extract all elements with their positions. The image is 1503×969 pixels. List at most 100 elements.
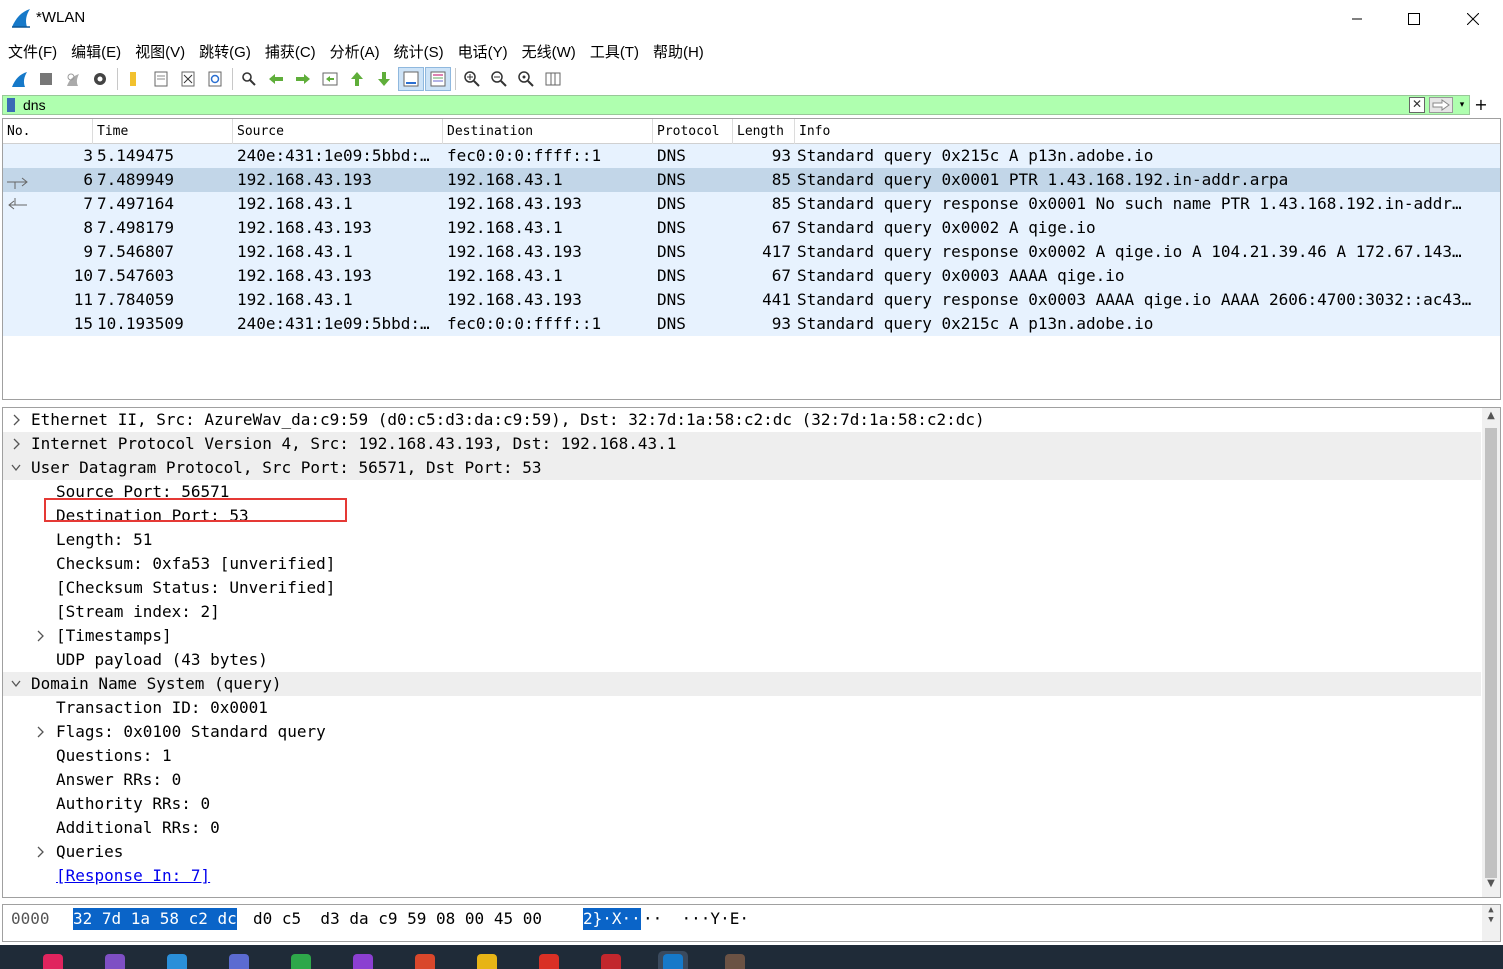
column-header-info[interactable]: Info [795,119,1500,144]
minimize-button[interactable] [1328,0,1386,38]
column-header-destination[interactable]: Destination [443,119,653,144]
packet-row[interactable]: 11 7.784059 192.168.43.1 192.168.43.193 DNS 4… [3,288,1500,312]
open-file-button[interactable] [121,67,147,91]
detail-row[interactable]: [Stream index: 2] [3,600,1481,624]
chevron-right-icon[interactable] [9,432,23,456]
menu-item-7[interactable]: 电话(Y) [458,41,508,62]
close-file-button[interactable] [175,67,201,91]
detail-row[interactable]: [Checksum Status: Unverified] [3,576,1481,600]
chevron-right-icon[interactable] [33,840,47,864]
autoscroll-button[interactable] [398,67,424,91]
scroll-up-icon[interactable]: ▲ [1482,410,1500,426]
hex-bytes[interactable]: d0 c5 d3 da c9 59 08 00 45 00 [253,908,542,930]
zoom-in-button[interactable] [459,67,485,91]
avatar-icon[interactable] [720,951,750,969]
packet-row[interactable]: 7 7.497164 192.168.43.1 192.168.43.193 DNS 85… [3,192,1500,216]
detail-row[interactable]: Transaction ID: 0x0001 [3,696,1481,720]
menu-item-8[interactable]: 无线(W) [522,41,576,62]
add-filter-button[interactable]: + [1474,95,1488,115]
detail-row[interactable]: [Timestamps] [3,624,1481,648]
options-gear-button[interactable] [87,67,113,91]
typora-icon[interactable] [410,951,440,969]
bytes-scrollbar[interactable]: ▲ ▼ [1482,905,1500,941]
menu-item-9[interactable]: 工具(T) [590,41,639,62]
scrollbar-thumb[interactable] [1485,428,1497,878]
intellij-icon[interactable] [38,951,68,969]
chevron-down-icon[interactable] [9,672,23,696]
vscode-icon[interactable] [162,951,192,969]
dev-icon[interactable] [224,951,254,969]
packet-row[interactable]: 8 7.498179 192.168.43.193 192.168.43.1 DNS 67… [3,216,1500,240]
packet-row[interactable]: 3 5.149475 240e:431:1e09:5bbd:… fec0:0:0:ff… [3,144,1500,168]
maximize-button[interactable] [1385,0,1443,38]
zoom-normal-button[interactable] [513,67,539,91]
detail-row[interactable]: Additional RRs: 0 [3,816,1481,840]
clear-filter-button[interactable]: ✕ [1409,97,1425,113]
menu-item-5[interactable]: 分析(A) [330,41,380,62]
chevron-right-icon[interactable] [33,624,47,648]
podcast-icon[interactable] [348,951,378,969]
go-to-packet-button[interactable] [317,67,343,91]
selected-ascii-bytes[interactable]: 2}·X·· [583,908,641,930]
go-forward-button[interactable] [290,67,316,91]
column-header-protocol[interactable]: Protocol [653,119,733,144]
packet-row[interactable]: 9 7.546807 192.168.43.1 192.168.43.193 DNS 41… [3,240,1500,264]
resize-columns-button[interactable] [540,67,566,91]
chevron-right-icon[interactable] [9,408,23,432]
detail-row[interactable]: Authority RRs: 0 [3,792,1481,816]
reload-button[interactable] [202,67,228,91]
packet-row[interactable]: 10 7.547603 192.168.43.193 192.168.43.1 DNS 6… [3,264,1500,288]
column-header-length[interactable]: Length [733,119,795,144]
detail-row[interactable]: Questions: 1 [3,744,1481,768]
stop-button[interactable] [33,67,59,91]
detail-row[interactable]: Domain Name System (query) [3,672,1481,696]
restart-button[interactable] [60,67,86,91]
menu-item-6[interactable]: 统计(S) [394,41,444,62]
netease-music-icon[interactable] [596,951,626,969]
menu-item-2[interactable]: 视图(V) [135,41,185,62]
menu-item-10[interactable]: 帮助(H) [653,41,704,62]
detail-row[interactable]: User Datagram Protocol, Src Port: 56571,… [3,456,1481,480]
wireshark-icon[interactable] [658,951,688,969]
chevron-right-icon[interactable] [33,720,47,744]
menu-item-1[interactable]: 编辑(E) [71,41,121,62]
shark-start-button[interactable] [6,67,32,91]
packet-row-selected[interactable]: 6 7.489949 192.168.43.193 192.168.43.1 DNS 85… [3,168,1500,192]
packet-row[interactable]: 15 10.193509 240e:431:1e09:5bbd:… fec0:0:0:… [3,312,1500,336]
selected-hex-bytes[interactable]: 32 7d 1a 58 c2 dc [73,908,237,930]
detail-row[interactable]: Queries [3,840,1481,864]
display-filter-input[interactable] [23,96,1383,114]
find-packet-button[interactable] [236,67,262,91]
chevron-down-icon[interactable] [9,456,23,480]
close-button[interactable] [1444,0,1502,38]
column-header-source[interactable]: Source [233,119,443,144]
filter-history-dropdown[interactable]: ▾ [1456,97,1468,113]
details-scrollbar[interactable]: ▲ ▼ [1482,408,1500,897]
menu-item-0[interactable]: 文件(F) [8,41,57,62]
pycharm-icon[interactable] [286,951,316,969]
save-file-button[interactable] [148,67,174,91]
go-first-button[interactable] [344,67,370,91]
detail-row[interactable]: Internet Protocol Version 4, Src: 192.16… [3,432,1481,456]
detail-row[interactable]: Flags: 0x0100 Standard query [3,720,1481,744]
ascii-bytes[interactable]: ·· ···Y·E· [643,908,749,930]
detail-row[interactable]: [Response In: 7] [3,864,1481,888]
column-header-time[interactable]: Time [93,119,233,144]
menu-item-4[interactable]: 捕获(C) [265,41,316,62]
detail-row[interactable]: Ethernet II, Src: AzureWav_da:c9:59 (d0:… [3,408,1481,432]
colorize-button[interactable] [425,67,451,91]
apply-filter-button[interactable] [1429,97,1453,113]
visual-studio-icon[interactable] [100,951,130,969]
column-header-no[interactable]: No. [3,119,93,144]
go-last-button[interactable] [371,67,397,91]
scroll-down-icon[interactable]: ▼ [1482,878,1500,894]
zoom-out-button[interactable] [486,67,512,91]
detail-row-text[interactable]: [Response In: 7] [56,864,210,888]
chrome-icon[interactable] [472,951,502,969]
go-back-button[interactable] [263,67,289,91]
youdao-icon[interactable] [534,951,564,969]
detail-row[interactable]: Answer RRs: 0 [3,768,1481,792]
detail-row[interactable]: UDP payload (43 bytes) [3,648,1481,672]
menu-item-3[interactable]: 跳转(G) [199,41,251,62]
detail-row[interactable]: Checksum: 0xfa53 [unverified] [3,552,1481,576]
